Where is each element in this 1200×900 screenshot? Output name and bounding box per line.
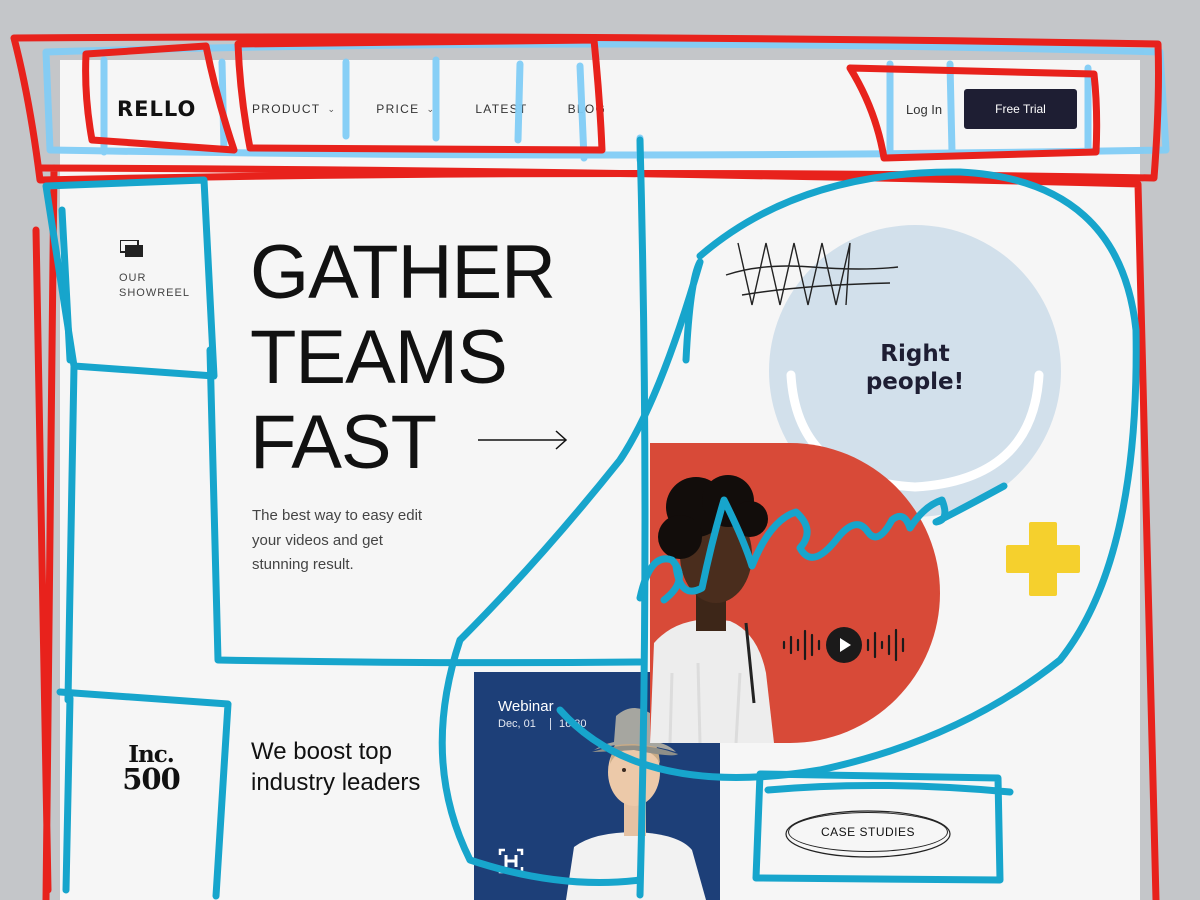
nav-item-label: LATEST bbox=[475, 102, 528, 116]
nav-item-latest[interactable]: LATEST bbox=[475, 102, 527, 116]
signature-scribble bbox=[725, 242, 899, 306]
hero-subtext: The best way to easy edit your videos an… bbox=[252, 507, 423, 573]
webinar-time: 16:30 bbox=[550, 718, 587, 730]
showreel-label[interactable]: OUR SHOWREEL bbox=[119, 271, 199, 301]
inc-logo-line2: 500 bbox=[122, 762, 181, 796]
right-people-text: Right people! bbox=[865, 341, 965, 395]
site-header: RELLO PRODUCT ⌄ PRICE ⌄ LATEST BLOG Log … bbox=[60, 60, 1140, 160]
rello-logo[interactable]: RELLO bbox=[117, 97, 196, 121]
inc-500-logo: Inc. 500 bbox=[118, 743, 184, 796]
free-trial-button[interactable]: Free Trial bbox=[964, 89, 1077, 129]
boost-text: We boost top industry leaders bbox=[251, 738, 421, 796]
play-icon[interactable] bbox=[826, 627, 862, 663]
login-link[interactable]: Log In bbox=[906, 102, 942, 117]
chevron-down-icon: ⌄ bbox=[327, 103, 337, 114]
nav-item-price[interactable]: PRICE ⌄ bbox=[376, 102, 435, 116]
headline-line: TEAMS bbox=[250, 315, 508, 400]
landing-page: RELLO PRODUCT ⌄ PRICE ⌄ LATEST BLOG Log … bbox=[60, 60, 1140, 900]
nav-item-label: PRODUCT bbox=[252, 102, 321, 116]
main-nav: PRODUCT ⌄ PRICE ⌄ LATEST BLOG bbox=[252, 102, 646, 116]
plus-horizontal-bar bbox=[1006, 545, 1080, 573]
nav-item-label: BLOG bbox=[567, 102, 607, 116]
case-studies-button[interactable]: CASE STUDIES bbox=[788, 812, 948, 852]
nav-item-blog[interactable]: BLOG bbox=[568, 102, 607, 116]
plus-icon bbox=[1006, 522, 1080, 596]
showreel-icon[interactable] bbox=[120, 240, 144, 258]
brand-mark-icon bbox=[498, 848, 524, 874]
woman-portrait-photo bbox=[650, 475, 774, 743]
chevron-down-icon: ⌄ bbox=[426, 103, 436, 114]
webinar-title: Webinar bbox=[498, 698, 554, 715]
nav-item-label: PRICE bbox=[376, 102, 420, 116]
headline-line: GATHER bbox=[250, 230, 556, 315]
nav-item-product[interactable]: PRODUCT ⌄ bbox=[252, 102, 336, 116]
webinar-date: Dec, 01 bbox=[498, 718, 536, 730]
arrow-right-icon[interactable] bbox=[478, 425, 568, 455]
